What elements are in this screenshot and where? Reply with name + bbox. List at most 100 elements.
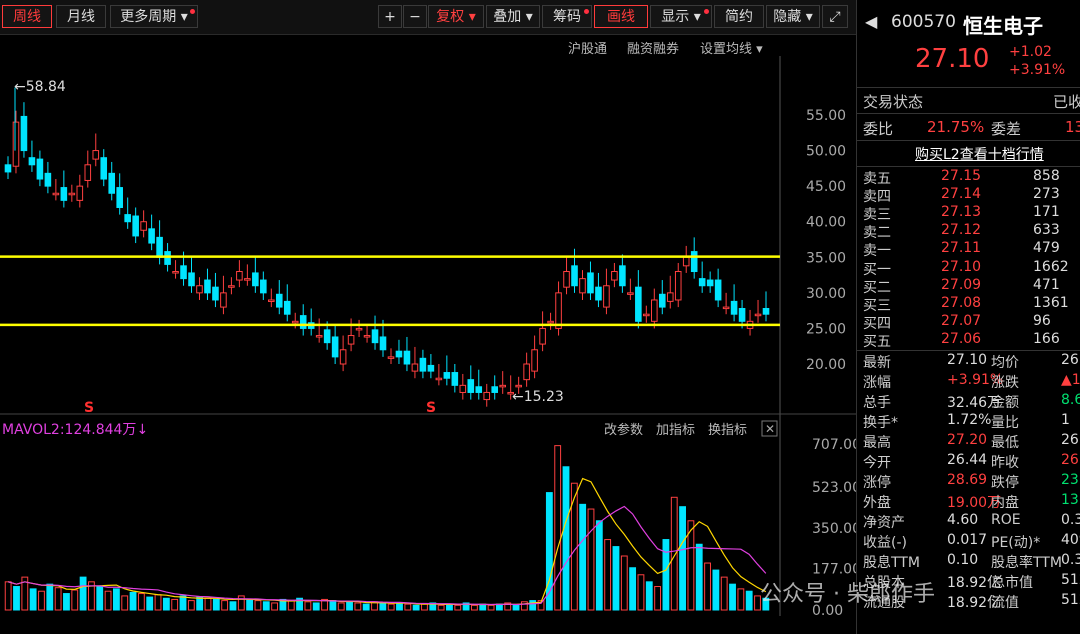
buy-l2-link[interactable]: 购买L2查看十档行情 [915,144,1044,164]
volume-bar [129,591,137,611]
stat-label: 最新 [863,355,891,371]
edit-params-button: 改参数 [604,422,643,438]
stat-label: 流值 [991,595,1019,611]
candle-body [132,215,139,237]
candle-body [228,285,235,288]
price-tick-label: 50.00 [806,144,846,160]
price-change: +1.02 [1009,44,1052,60]
stat-label: PE(动)* [991,535,1041,551]
candle-body [180,265,187,280]
orderbook-price: 27.08 [941,295,982,311]
price-tick-label: 30.00 [806,286,846,302]
candle-body [220,292,227,308]
stat-label: 金额 [991,395,1019,411]
stat-value: 26.44 [947,452,988,468]
candle-body [140,221,147,231]
orderbook-row[interactable]: 卖一 27.11 479 [863,240,1075,259]
volume-bar [612,546,620,611]
candle-body [690,251,698,273]
candle-body [539,327,546,345]
candle-body [762,308,770,315]
candle-body [204,279,211,294]
volume-bar [71,589,79,611]
order-ratio-value: 21.75% [927,118,985,136]
candle-body [435,377,443,381]
order-ratio-label: 委比 [863,120,894,138]
order-diff-value: 13 [1065,118,1080,136]
stat-label: 均价 [991,355,1019,371]
volume-bar [196,596,204,611]
stat-label: ROE [991,512,1021,528]
stat-label: 涨跌 [991,375,1019,391]
candle-body [108,172,116,194]
candle-body [754,313,762,317]
candle-body [643,313,650,317]
volume-bar [704,562,711,611]
candle-body [730,300,738,315]
candle-body [355,327,363,331]
volume-bar [604,539,612,611]
kline-chart[interactable]: 55.00 50.00 45.00 40.00 35.00 30.00 25.00 20.00… [0,0,856,634]
volume-bar [29,588,37,611]
orderbook-price: 27.12 [941,222,982,238]
candle-body [371,329,379,344]
stat-value: 512.7 [1061,592,1080,608]
back-arrow-icon[interactable]: ◀ [865,12,877,31]
volume-bar [404,603,412,611]
stat-value: 4.60 [947,512,979,528]
volume-bar [654,586,662,611]
volume-bar [421,603,428,611]
stat-value: 8.67 [1061,392,1080,408]
candle-body [651,299,658,322]
volume-bar [154,594,162,611]
stat-label: 股息率TTM [991,555,1062,571]
volume-bar [437,604,445,611]
candle-body [260,279,267,294]
volume-bar [162,597,170,611]
stat-label: 涨停 [863,475,891,491]
volume-bar [271,602,279,611]
volume-bar [487,604,495,611]
stat-label: 最低 [991,435,1019,451]
orderbook-row[interactable]: 卖二 27.12 633 [863,222,1075,241]
volume-bar [137,593,145,611]
stat-value: 0.3 [1061,512,1080,528]
orderbook-row[interactable]: 买三 27.08 1361 [863,295,1075,314]
stat-value: 26 [1061,452,1079,468]
volume-bar [645,581,653,611]
volume-bar [512,604,520,611]
volume-bar [387,603,395,611]
volume-bar [204,597,212,611]
close-icon: ✕ [765,422,775,436]
orderbook-price: 27.14 [941,186,982,202]
volume-bar [121,595,129,611]
orderbook-row[interactable]: 买二 27.09 471 [863,277,1075,296]
volume-bar [745,590,753,611]
candle-body [459,384,467,393]
volume-bar [637,574,645,611]
orderbook-row[interactable]: 买四 27.07 96 [863,313,1075,332]
volume-bar [695,543,703,611]
orderbook-row[interactable]: 买一 27.10 1662 [863,259,1075,278]
volume-bar [312,602,320,611]
candle-body [291,320,299,324]
volume-bar [179,595,187,611]
orderbook-row[interactable]: 卖四 27.14 273 [863,186,1075,205]
candle-body [563,271,570,288]
orderbook-row[interactable]: 卖五 27.15 858 [863,168,1075,187]
candle-body [84,164,92,181]
volume-bar [362,603,370,611]
stat-row: 总手32.46万金额8.67 [863,392,1080,411]
switch-indicator-button: 换指标 [708,423,747,438]
stat-label: 最高 [863,435,891,451]
stock-code: 600570 [891,12,956,32]
candle-body [68,192,76,196]
orderbook-level: 卖三 [863,207,891,223]
volume-bar [304,601,312,611]
orderbook-volume: 858 [1033,168,1060,184]
orderbook-row[interactable]: 买五 27.06 166 [863,331,1075,350]
orderbook-row[interactable]: 卖三 27.13 171 [863,204,1075,223]
volume-bar [112,588,120,611]
candle-body [315,335,323,338]
volume-bar [396,602,403,611]
